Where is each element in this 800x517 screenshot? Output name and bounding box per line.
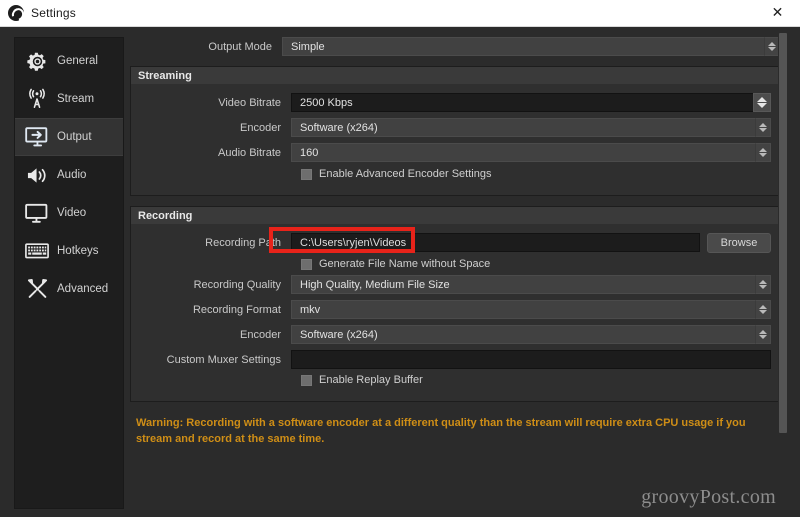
recording-quality-label: Recording Quality [193,278,281,291]
recording-encoder-select[interactable]: Software (x264) [291,325,755,344]
custom-muxer-input[interactable] [291,350,771,369]
video-bitrate-stepper[interactable] [753,93,771,112]
content-scrollbar[interactable] [778,33,788,517]
sidebar-item-general[interactable]: General [15,42,123,80]
generate-filename-checkbox-label: Generate File Name without Space [319,258,491,270]
sidebar-item-label: Video [57,207,87,219]
antenna-icon [24,86,50,112]
obs-logo-icon [8,5,24,21]
chevron-down-icon [759,285,767,289]
sidebar-item-label: General [57,55,98,67]
audio-bitrate-stepper[interactable] [755,143,771,162]
audio-bitrate-row: Audio Bitrate 160 [139,143,771,162]
sidebar-item-audio[interactable]: Audio [15,156,123,194]
sidebar-item-stream[interactable]: Stream [15,80,123,118]
output-mode-select[interactable]: Simple [282,37,764,56]
advanced-encoder-checkbox[interactable] [301,168,312,180]
recording-format-stepper[interactable] [755,300,771,319]
sidebar-item-advanced[interactable]: Advanced [15,270,123,308]
monitor-arrow-icon [24,124,50,150]
window-title: Settings [31,6,76,20]
recording-encoder-row: Encoder Software (x264) [139,325,771,344]
chevron-up-icon [757,97,767,102]
window-body: General Stream Output Audio Video Hotkey… [0,27,800,517]
chevron-down-icon [759,128,767,132]
custom-muxer-row: Custom Muxer Settings [139,350,771,369]
chevron-down-icon [768,47,776,51]
scrollbar-thumb[interactable] [779,33,787,433]
settings-window: Settings ✕ General Stream Output Audio V… [0,0,800,517]
stream-encoder-row: Encoder Software (x264) [139,118,771,137]
warning-text: Warning: Recording with a software encod… [136,417,746,445]
advanced-encoder-checkbox-label: Enable Advanced Encoder Settings [319,168,492,180]
gear-icon [24,48,50,74]
chevron-down-icon [759,335,767,339]
chevron-down-icon [759,310,767,314]
recording-format-select[interactable]: mkv [291,300,755,319]
recording-group: Recording Recording Path C:\Users\ryjen\… [130,206,780,402]
recording-format-row: Recording Format mkv [139,300,771,319]
generate-filename-checkbox[interactable] [301,258,312,270]
replay-buffer-checkbox[interactable] [301,374,312,386]
streaming-group-title: Streaming [131,67,779,84]
output-mode-row: Output Mode Simple [130,37,780,56]
video-bitrate-row: Video Bitrate 2500 Kbps [139,93,771,112]
settings-sidebar: General Stream Output Audio Video Hotkey… [14,37,124,509]
watermark: groovyPost.com [641,486,776,508]
display-icon [24,200,50,226]
chevron-up-icon [759,148,767,152]
sidebar-item-label: Advanced [57,283,109,295]
chevron-up-icon [759,330,767,334]
sidebar-item-label: Stream [57,93,95,105]
recording-quality-row: Recording Quality High Quality, Medium F… [139,275,771,294]
sidebar-item-video[interactable]: Video [15,194,123,232]
replay-buffer-checkbox-label: Enable Replay Buffer [319,374,423,386]
settings-content: Output Mode Simple Streaming Video Bitra… [130,33,788,517]
recording-group-title: Recording [131,207,779,224]
recording-format-label: Recording Format [192,303,281,316]
sidebar-item-label: Hotkeys [57,245,99,257]
close-icon[interactable]: ✕ [755,0,800,26]
chevron-up-icon [759,123,767,127]
streaming-group: Streaming Video Bitrate 2500 Kbps Encode… [130,66,780,196]
chevron-up-icon [759,280,767,284]
tools-icon [24,276,50,302]
audio-bitrate-label: Audio Bitrate [218,146,281,159]
stream-encoder-select[interactable]: Software (x264) [291,118,755,137]
sidebar-item-label: Audio [57,169,87,181]
video-bitrate-label: Video Bitrate [218,96,281,109]
browse-button[interactable]: Browse [707,233,771,253]
recording-path-input[interactable]: C:\Users\ryjen\Videos [291,233,700,252]
chevron-up-icon [759,305,767,309]
recording-path-row: Recording Path C:\Users\ryjen\Videos Bro… [139,233,771,253]
speaker-icon [24,162,50,188]
keyboard-icon [24,238,50,264]
stream-encoder-stepper[interactable] [755,118,771,137]
replay-buffer-checkbox-row[interactable]: Enable Replay Buffer [291,374,771,386]
sidebar-item-output[interactable]: Output [15,118,123,156]
audio-bitrate-select[interactable]: 160 [291,143,755,162]
recording-encoder-stepper[interactable] [755,325,771,344]
recording-encoder-label: Encoder [240,328,281,341]
sidebar-item-label: Output [57,131,92,143]
stream-encoder-label: Encoder [240,121,281,134]
recording-path-label: Recording Path [205,237,281,249]
video-bitrate-input[interactable]: 2500 Kbps [291,93,753,112]
chevron-down-icon [757,103,767,108]
output-mode-label: Output Mode [208,40,272,53]
title-bar: Settings ✕ [0,0,800,27]
custom-muxer-label: Custom Muxer Settings [166,353,281,366]
chevron-up-icon [768,42,776,46]
advanced-encoder-checkbox-row[interactable]: Enable Advanced Encoder Settings [291,168,771,180]
recording-quality-stepper[interactable] [755,275,771,294]
recording-quality-select[interactable]: High Quality, Medium File Size [291,275,755,294]
chevron-down-icon [759,153,767,157]
sidebar-item-hotkeys[interactable]: Hotkeys [15,232,123,270]
generate-filename-checkbox-row[interactable]: Generate File Name without Space [291,258,771,270]
